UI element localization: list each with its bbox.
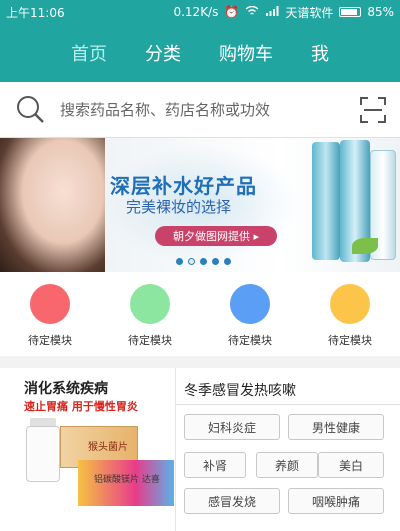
nav-tab-home[interactable]: 首页 — [52, 40, 126, 66]
promo-banner[interactable]: 深层补水好产品 完美裸妆的选择 朝夕做图网提供 ▸ — [0, 138, 400, 272]
carousel-dot[interactable] — [188, 258, 195, 265]
top-nav: 首页 分类 购物车 我 — [0, 24, 400, 82]
product-bottle-image — [312, 142, 340, 260]
nav-tab-me[interactable]: 我 — [292, 40, 348, 66]
module-icon — [130, 284, 170, 324]
promo-title: 消化系统疾病 — [24, 381, 108, 397]
module-icon — [30, 284, 70, 324]
module-item[interactable]: 待定模块 — [104, 284, 196, 348]
carousel-dot[interactable] — [176, 258, 183, 265]
status-indicators: 0.12K/s ⏰ 天谱软件 85% — [173, 4, 394, 21]
nav-tab-cart[interactable]: 购物车 — [200, 40, 292, 66]
divider — [176, 404, 400, 405]
tag-button[interactable]: 感冒发烧 — [184, 488, 280, 514]
carousel-indicator — [176, 258, 231, 265]
module-label: 待定模块 — [228, 334, 272, 347]
banner-model-image — [0, 138, 105, 272]
carousel-dot[interactable] — [200, 258, 207, 265]
alarm-icon: ⏰ — [224, 5, 240, 19]
promo-card-digestive[interactable]: 消化系统疾病 速止胃痛 用于慢性胃炎 猴头菌片 铝碳酸镁片 达喜 — [0, 368, 176, 531]
tag-button[interactable]: 美白 — [318, 452, 384, 478]
tag-button[interactable]: 男性健康 — [288, 414, 384, 440]
module-item[interactable]: 待定模块 — [204, 284, 296, 348]
module-grid: 待定模块 待定模块 待定模块 待定模块 — [0, 272, 400, 356]
banner-credit-pill[interactable]: 朝夕做图网提供 ▸ — [155, 226, 277, 246]
signal-icon — [265, 5, 279, 19]
module-label: 待定模块 — [328, 334, 372, 347]
tag-button[interactable]: 妇科炎症 — [184, 414, 280, 440]
battery-percent: 85% — [367, 5, 394, 19]
leaf-decoration — [352, 238, 378, 254]
module-item[interactable]: 待定模块 — [4, 284, 96, 348]
medicine-bottle-image — [26, 426, 60, 482]
search-bar — [0, 82, 400, 138]
nav-tab-category[interactable]: 分类 — [126, 40, 200, 66]
scan-icon[interactable] — [360, 96, 386, 123]
search-input[interactable] — [48, 100, 360, 119]
battery-icon — [339, 7, 362, 17]
tag-button[interactable]: 养颜 — [256, 452, 318, 478]
status-bar: 上午11:06 0.12K/s ⏰ 天谱软件 85% — [0, 0, 400, 24]
network-speed: 0.12K/s — [173, 5, 219, 19]
module-icon — [330, 284, 370, 324]
promo-subtitle: 速止胃痛 用于慢性胃炎 — [24, 400, 138, 413]
carrier-name: 天谱软件 — [285, 5, 334, 20]
banner-title: 深层补水好产品 — [110, 174, 257, 198]
module-label: 待定模块 — [128, 334, 172, 347]
search-icon[interactable] — [14, 93, 48, 127]
module-label: 待定模块 — [28, 334, 72, 347]
carousel-dot[interactable] — [212, 258, 219, 265]
tag-button[interactable]: 补肾 — [184, 452, 246, 478]
medicine-box-label: 猴头菌片 — [88, 442, 128, 453]
carousel-dot[interactable] — [224, 258, 231, 265]
medicine-box-label: 铝碳酸镁片 达喜 — [94, 475, 160, 485]
status-time: 上午11:06 — [6, 5, 65, 20]
tags-panel-title: 冬季感冒发热咳嗽 — [184, 383, 296, 399]
tag-button[interactable]: 咽喉肿痛 — [288, 488, 384, 514]
module-icon — [230, 284, 270, 324]
module-item[interactable]: 待定模块 — [304, 284, 396, 348]
tags-panel: 冬季感冒发热咳嗽 妇科炎症 男性健康补肾 养颜 美白感冒发烧 咽喉肿痛 — [176, 368, 400, 531]
banner-subtitle: 完美裸妆的选择 — [126, 198, 232, 216]
wifi-icon — [245, 5, 259, 19]
